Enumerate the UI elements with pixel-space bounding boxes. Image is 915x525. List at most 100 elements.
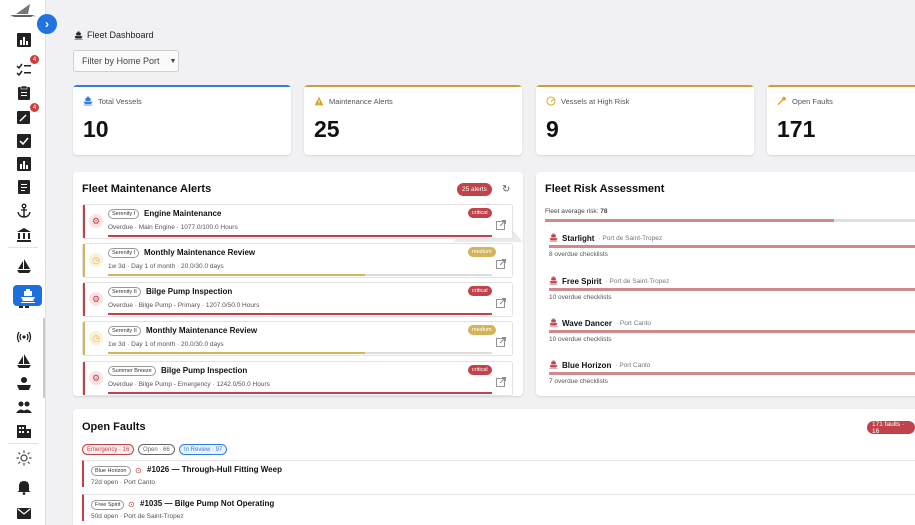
fault-row[interactable]: Blue Horizon ⊙ #1026 — Through-Hull Fittin… <box>82 460 915 487</box>
stat-label-text: Open Faults <box>792 96 833 106</box>
sidebar-item-crew[interactable] <box>13 396 35 418</box>
risk-bar-fill <box>549 372 915 375</box>
clock-icon: ◷ <box>89 253 103 267</box>
fault-filter-chip[interactable]: Emergency · 16 <box>82 444 135 455</box>
alert-row[interactable]: ⚙ Serenity I Engine Maintenance Overdue · M… <box>82 204 513 239</box>
open-external-icon[interactable] <box>496 217 506 230</box>
broadcast-icon <box>16 331 32 343</box>
alert-circle-icon: ⊙ <box>128 500 135 509</box>
sidebar-divider <box>8 443 38 444</box>
alert-severity-stripe <box>83 283 85 316</box>
page-title: Fleet Dashboard <box>74 30 154 40</box>
fault-filter-chip[interactable]: In Review · 97 <box>179 444 228 455</box>
risk-bar <box>549 372 915 375</box>
sidebar-item-company[interactable] <box>13 420 35 442</box>
expand-sidebar-button[interactable]: › <box>37 14 57 34</box>
alert-progress-fill <box>108 313 492 315</box>
risk-bar <box>549 330 915 333</box>
risk-vessel-name[interactable]: Wave Dancer · Port Canto <box>549 318 651 329</box>
notifications-button[interactable] <box>13 476 35 498</box>
sun-icon <box>16 450 32 466</box>
stat-label: Vessels at High Risk <box>546 96 629 106</box>
open-external-icon[interactable] <box>496 256 506 269</box>
stat-accent-bar <box>536 85 754 87</box>
alert-row[interactable]: ⚙ Summer Breeze Bilge Pump Inspection Overd… <box>82 361 513 396</box>
risk-vessel-name[interactable]: Free Spirit · Port de Saint-Tropez <box>549 276 669 287</box>
sidebar-item-vessels[interactable] <box>13 350 35 372</box>
stat-accent-bar <box>767 85 915 87</box>
vessel-tag: Serenity I <box>108 248 140 258</box>
sidebar-item-crew-vessel[interactable] <box>13 373 35 395</box>
stat-card-maintenance-alerts[interactable]: Maintenance Alerts 25 <box>304 85 522 155</box>
edit-note-icon <box>17 111 30 124</box>
alert-row[interactable]: ◷ Serenity II Monthly Maintenance Review 1w… <box>82 321 513 356</box>
risk-vessel-name[interactable]: Blue Horizon · Port Canto <box>549 360 650 371</box>
sidebar-item-more[interactable] <box>13 306 35 318</box>
risk-bar <box>549 245 915 248</box>
sidebar-item-approvals[interactable] <box>13 130 35 152</box>
checklists-badge: 4 <box>30 55 39 64</box>
gear-icon: ⚙ <box>89 371 103 385</box>
sidebar: 4 4 <box>0 0 46 525</box>
alert-detail: 1w 3d · Day 1 of month · 20.0/30.0 days <box>108 341 224 348</box>
sidebar-item-dashboard[interactable] <box>13 29 35 51</box>
sidebar-item-logs[interactable] <box>13 82 35 104</box>
vessel-port: · Port Canto <box>615 362 651 369</box>
stat-accent-bar <box>304 85 522 87</box>
stat-label: Maintenance Alerts <box>314 96 393 106</box>
home-port-filter[interactable]: Filter by Home Port ▼ <box>73 50 179 72</box>
sidebar-item-telemetry[interactable] <box>13 326 35 348</box>
sidebar-item-finance[interactable] <box>13 224 35 246</box>
alert-progress-track <box>108 313 492 315</box>
sidebar-item-documents[interactable] <box>13 176 35 198</box>
chevron-right-icon: › <box>45 17 49 31</box>
alert-progress-track <box>108 352 492 354</box>
fault-title: #1035 — Bilge Pump Not Operating <box>140 499 275 508</box>
bank-icon <box>17 228 31 242</box>
severity-badge: medium <box>468 325 496 335</box>
messages-button[interactable] <box>13 502 35 524</box>
sidebar-item-checklists[interactable]: 4 <box>13 55 39 80</box>
stat-label: Total Vessels <box>83 96 142 106</box>
vessel-tag: Serenity I <box>108 209 140 219</box>
caret-down-icon: ▼ <box>169 57 177 65</box>
stat-card-open-faults[interactable]: Open Faults 171 <box>767 85 915 155</box>
risk-bar <box>549 288 915 291</box>
fault-row[interactable]: Free Spirit ⊙ #1035 — Bilge Pump Not Opera… <box>82 494 915 521</box>
alert-severity-stripe <box>83 362 85 395</box>
stat-card-high-risk[interactable]: Vessels at High Risk 9 <box>536 85 754 155</box>
alert-row[interactable]: ⚙ Serenity II Bilge Pump Inspection Overdue… <box>82 282 513 317</box>
sidebar-item-tasks[interactable]: 4 <box>13 103 39 128</box>
ship-icon <box>74 31 83 39</box>
alert-severity-stripe <box>83 205 85 238</box>
sidebar-item-reports[interactable] <box>13 153 35 175</box>
ship-icon <box>549 318 558 329</box>
sidebar-item-fleet-dashboard[interactable] <box>13 285 42 306</box>
sidebar-scrollbar[interactable] <box>43 318 45 398</box>
ship-icon <box>19 306 29 308</box>
ship-icon <box>549 360 558 371</box>
sidebar-item-ports[interactable] <box>13 200 35 222</box>
alert-row[interactable]: ◷ Serenity I Monthly Maintenance Review 1w … <box>82 243 513 278</box>
sidebar-divider <box>8 247 38 248</box>
fault-filter-chip[interactable]: Open · 66 <box>138 444 175 455</box>
fault-detail: 72d open · Port Canto <box>91 479 155 486</box>
vessel-tag: Serenity II <box>108 326 141 336</box>
bar-chart-icon <box>17 157 31 171</box>
vessel-tag: Blue Horizon <box>91 466 131 476</box>
alert-progress-fill <box>108 392 492 394</box>
risk-vessel-name[interactable]: Starlight · Port de Saint-Tropez <box>549 233 662 244</box>
open-external-icon[interactable] <box>496 295 506 308</box>
average-risk-label: Fleet average risk: <box>545 208 599 215</box>
theme-toggle[interactable] <box>13 447 35 469</box>
alert-progress-fill <box>108 274 366 276</box>
stat-value: 171 <box>777 116 816 142</box>
open-external-icon[interactable] <box>496 374 506 387</box>
refresh-icon[interactable]: ↻ <box>502 184 510 195</box>
open-external-icon[interactable] <box>496 334 506 347</box>
alert-detail: Overdue · Bilge Pump - Emergency · 1242.… <box>108 381 270 388</box>
stat-card-total-vessels[interactable]: Total Vessels 10 <box>73 85 291 155</box>
alert-circle-icon: ⊙ <box>135 466 142 475</box>
alert-progress-fill <box>108 235 492 237</box>
sidebar-item-fleet[interactable] <box>13 255 35 277</box>
